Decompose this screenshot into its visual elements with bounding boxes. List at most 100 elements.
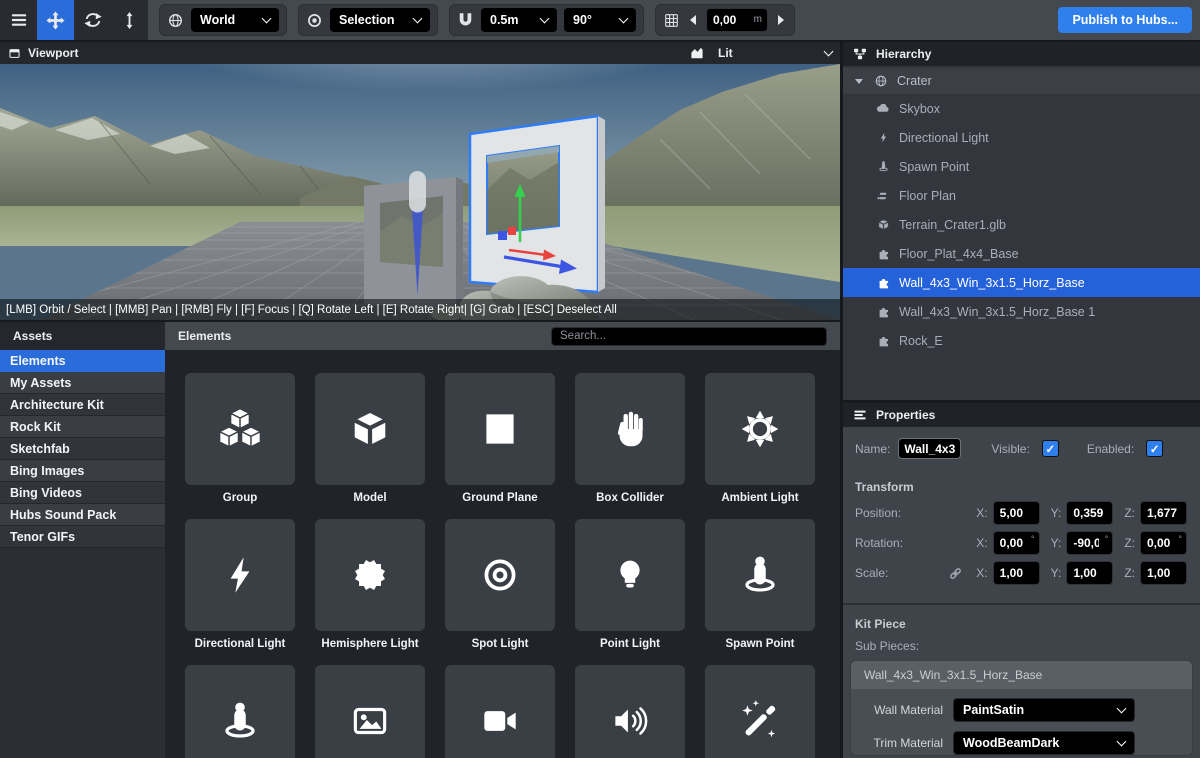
element-item-box-collider[interactable]: Box Collider xyxy=(575,373,685,506)
element-label: Group xyxy=(223,492,258,506)
translate-tool-button[interactable] xyxy=(37,0,74,40)
hierarchy-item-floor-plat[interactable]: Floor_Plat_4x4_Base xyxy=(843,239,1200,268)
caret-down-icon[interactable] xyxy=(855,79,863,84)
position-z-input[interactable] xyxy=(1140,501,1187,525)
element-item-hemisphere-light[interactable]: Hemisphere Light xyxy=(315,519,425,652)
scale-z-input[interactable] xyxy=(1140,561,1187,585)
chevron-down-icon xyxy=(413,14,423,24)
rotate-tool-button[interactable] xyxy=(74,0,111,40)
transform-pivot-value: Selection xyxy=(339,13,395,27)
element-item-ambient-light[interactable]: Ambient Light xyxy=(705,373,815,506)
snap-translate-select[interactable]: 0.5m xyxy=(481,8,557,32)
hierarchy-header: Hierarchy xyxy=(843,42,1200,66)
rotation-y-input[interactable] xyxy=(1066,531,1113,555)
element-item-video[interactable] xyxy=(445,665,555,758)
rotation-x-input[interactable] xyxy=(993,531,1040,555)
scale-x-input[interactable] xyxy=(993,561,1040,585)
element-item-ground-plane[interactable]: Ground Plane xyxy=(445,373,555,506)
tab-label: Rock Kit xyxy=(10,420,61,434)
hierarchy-item-floor-plan[interactable]: Floor Plan xyxy=(843,181,1200,210)
element-item-image[interactable] xyxy=(315,665,425,758)
video-icon xyxy=(477,698,523,744)
window-icon xyxy=(8,47,21,60)
grid-height-decrement[interactable] xyxy=(687,9,699,31)
hierarchy-item-label: Floor_Plat_4x4_Base xyxy=(899,247,1019,261)
transform-pivot-group: Selection xyxy=(298,4,438,36)
name-row: Name: Visible: Enabled: xyxy=(843,427,1200,459)
wall-material-value: PaintSatin xyxy=(963,703,1024,717)
menu-button[interactable] xyxy=(0,0,37,40)
magnet-icon xyxy=(457,12,474,29)
bullseye-icon xyxy=(477,552,523,598)
hierarchy-item-label: Skybox xyxy=(899,102,940,116)
grid-height-increment[interactable] xyxy=(775,9,787,31)
tab-label: Tenor GIFs xyxy=(10,530,75,544)
assets-tab-hubs-sound-pack[interactable]: Hubs Sound Pack xyxy=(0,504,165,526)
element-item-magic-wand[interactable] xyxy=(705,665,815,758)
element-item-audio[interactable] xyxy=(575,665,685,758)
element-item-spawn-point[interactable]: Spawn Point xyxy=(705,519,815,652)
hierarchy-item-label: Spawn Point xyxy=(899,160,969,174)
transform-space-select[interactable]: World xyxy=(191,8,279,32)
name-input[interactable] xyxy=(898,438,961,459)
kit-piece-icon xyxy=(876,334,890,348)
element-item-model[interactable]: Model xyxy=(315,373,425,506)
stream-icon xyxy=(853,408,867,422)
hierarchy-item-rock-e[interactable]: Rock_E xyxy=(843,326,1200,355)
hierarchy-item-wall-selected[interactable]: Wall_4x3_Win_3x1.5_Horz_Base xyxy=(843,268,1200,297)
link-icon[interactable] xyxy=(948,566,963,581)
shading-mode-select[interactable]: Lit xyxy=(690,46,832,60)
square-icon xyxy=(477,406,523,452)
scale-tool-button[interactable] xyxy=(111,0,148,40)
assets-tab-architecture-kit[interactable]: Architecture Kit xyxy=(0,394,165,416)
trim-material-select[interactable]: WoodBeamDark xyxy=(953,731,1135,755)
position-label: Position: xyxy=(855,506,945,520)
trim-material-value: WoodBeamDark xyxy=(963,736,1059,750)
hierarchy-item-directional-light[interactable]: Directional Light xyxy=(843,123,1200,152)
rotation-z-input[interactable] xyxy=(1140,531,1187,555)
hierarchy-item-terrain[interactable]: Terrain_Crater1.glb xyxy=(843,210,1200,239)
tab-label: My Assets xyxy=(10,376,71,390)
hierarchy-item-wall-1[interactable]: Wall_4x3_Win_3x1.5_Horz_Base 1 xyxy=(843,297,1200,326)
tool-strip xyxy=(0,0,148,40)
hierarchy-item-label: Rock_E xyxy=(899,334,943,348)
trim-material-label: Trim Material xyxy=(851,736,953,750)
assets-tab-bing-images[interactable]: Bing Images xyxy=(0,460,165,482)
element-label: Ambient Light xyxy=(721,492,798,506)
shading-mode-value: Lit xyxy=(718,46,733,60)
hierarchy-item-skybox[interactable]: Skybox xyxy=(843,94,1200,123)
assets-tab-elements[interactable]: Elements xyxy=(0,350,165,372)
grid-height-input[interactable] xyxy=(706,8,768,32)
assets-tab-sketchfab[interactable]: Sketchfab xyxy=(0,438,165,460)
properties-panel: Properties Name: Visible: Enabled: Trans… xyxy=(843,403,1200,758)
hierarchy-item-crater[interactable]: Crater xyxy=(843,68,1200,94)
element-item-directional-light[interactable]: Directional Light xyxy=(185,519,295,652)
snap-rotate-select[interactable]: 90° xyxy=(564,8,636,32)
wall-material-select[interactable]: PaintSatin xyxy=(953,698,1135,722)
sun-icon xyxy=(737,406,783,452)
position-x-input[interactable] xyxy=(993,501,1040,525)
3d-scene-canvas[interactable]: [LMB] Orbit / Select | [MMB] Pan | [RMB]… xyxy=(0,64,840,320)
snap-translate-value: 0.5m xyxy=(490,13,519,27)
hierarchy-item-spawn-point[interactable]: Spawn Point xyxy=(843,152,1200,181)
rotate-icon xyxy=(84,11,102,29)
assets-tab-rock-kit[interactable]: Rock Kit xyxy=(0,416,165,438)
transform-pivot-select[interactable]: Selection xyxy=(330,8,430,32)
enabled-checkbox[interactable] xyxy=(1146,440,1163,457)
assets-tab-my-assets[interactable]: My Assets xyxy=(0,372,165,394)
publish-button[interactable]: Publish to Hubs... xyxy=(1058,7,1192,33)
assets-tab-bing-videos[interactable]: Bing Videos xyxy=(0,482,165,504)
scale-y-input[interactable] xyxy=(1066,561,1113,585)
position-y-input[interactable] xyxy=(1066,501,1113,525)
floor-plan-icon xyxy=(876,189,890,203)
search-input[interactable] xyxy=(551,327,827,346)
spawn-icon xyxy=(876,160,890,174)
visible-checkbox[interactable] xyxy=(1042,440,1059,457)
chevron-down-icon xyxy=(619,14,629,24)
element-item-point-light[interactable]: Point Light xyxy=(575,519,685,652)
assets-tab-tenor-gifs[interactable]: Tenor GIFs xyxy=(0,526,165,548)
element-item-way-point[interactable] xyxy=(185,665,295,758)
element-item-spot-light[interactable]: Spot Light xyxy=(445,519,555,652)
magic-wand-icon xyxy=(737,698,783,744)
element-item-group[interactable]: Group xyxy=(185,373,295,506)
